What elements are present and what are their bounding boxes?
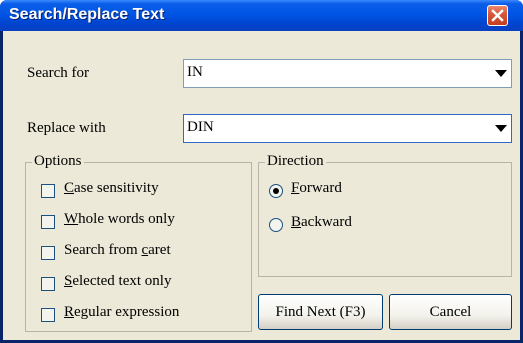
case-sensitivity-label[interactable]: Case sensitivity: [64, 180, 159, 197]
dropdown-arrow-icon[interactable]: [495, 125, 507, 132]
forward-label[interactable]: Forward: [291, 180, 342, 197]
close-icon: [491, 9, 504, 22]
backward-label[interactable]: Backward: [291, 214, 352, 231]
search-for-value: IN: [187, 64, 203, 80]
selected-text-only-label[interactable]: Selected text only: [64, 273, 171, 290]
dialog-title: Search/Replace Text: [9, 6, 165, 23]
dropdown-arrow-icon[interactable]: [495, 70, 507, 77]
dialog-body: Search for IN Replace with DIN Options C…: [3, 31, 520, 340]
replace-with-value: DIN: [187, 119, 214, 135]
search-for-label: Search for: [27, 65, 90, 81]
replace-with-label: Replace with: [27, 120, 106, 136]
replace-with-combobox[interactable]: DIN: [183, 114, 512, 143]
find-next-button[interactable]: Find Next (F3): [258, 294, 383, 330]
radio-selected-dot: [273, 188, 279, 194]
whole-words-checkbox[interactable]: [41, 215, 55, 229]
regular-expression-label[interactable]: Regular expression: [64, 304, 179, 321]
search-for-combobox[interactable]: IN: [183, 59, 512, 88]
regular-expression-checkbox[interactable]: [41, 308, 55, 322]
cancel-button[interactable]: Cancel: [389, 294, 512, 330]
options-legend: Options: [32, 153, 84, 170]
backward-radio[interactable]: [269, 218, 283, 232]
case-sensitivity-checkbox[interactable]: [41, 184, 55, 198]
selected-text-only-checkbox[interactable]: [41, 277, 55, 291]
forward-radio[interactable]: [269, 184, 283, 198]
search-replace-dialog: Search/Replace Text Search for IN Replac…: [0, 0, 523, 343]
title-bar[interactable]: Search/Replace Text: [0, 0, 523, 31]
search-from-caret-label[interactable]: Search from caret: [64, 242, 171, 259]
close-button[interactable]: [487, 5, 508, 26]
whole-words-label[interactable]: Whole words only: [64, 211, 175, 228]
search-from-caret-checkbox[interactable]: [41, 246, 55, 260]
direction-legend: Direction: [265, 153, 326, 170]
